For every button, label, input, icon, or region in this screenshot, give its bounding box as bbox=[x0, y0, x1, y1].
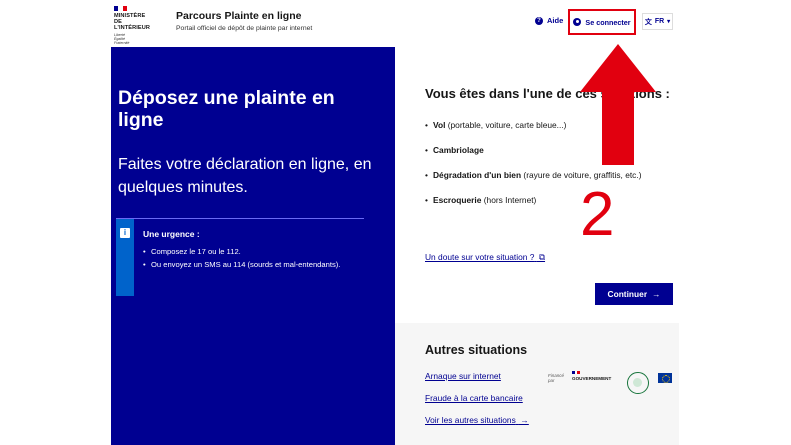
language-selector[interactable]: 文 FR ▾ bbox=[642, 13, 673, 30]
login-button[interactable]: Se connecter bbox=[568, 9, 636, 35]
urgency-list: Composez le 17 ou le 112. Ou envoyez un … bbox=[143, 246, 343, 272]
external-link-icon: ⧉ bbox=[536, 252, 546, 262]
urgency-callout-bar: i bbox=[116, 219, 134, 296]
government-logo: GOUVERNEMENT bbox=[572, 371, 616, 381]
other-situations-title: Autres situations bbox=[425, 343, 528, 357]
france-relance-logo bbox=[627, 372, 649, 394]
info-icon: i bbox=[120, 228, 130, 238]
login-label: Se connecter bbox=[585, 17, 631, 27]
language-label: FR bbox=[654, 18, 665, 25]
republic-motto: Liberté Égalité Fraternité bbox=[114, 33, 130, 45]
other-situations-panel: Autres situations Arnaque sur internet F… bbox=[395, 323, 679, 445]
help-link[interactable]: ? Aide bbox=[535, 16, 563, 25]
translate-icon: 文 bbox=[644, 18, 652, 26]
chevron-down-icon: ▾ bbox=[667, 19, 671, 25]
see-other-situations-link[interactable]: Voir les autres situations → bbox=[425, 415, 529, 425]
continue-button[interactable]: Continuer → bbox=[595, 283, 673, 305]
site-header: MINISTÈRE DE L'INTÉRIEUR Liberté Égalité… bbox=[0, 0, 791, 46]
eu-flag-logo bbox=[658, 373, 672, 383]
ministry-name-line-2: DE L'INTÉRIEUR bbox=[114, 19, 150, 31]
continue-label: Continuer bbox=[607, 289, 648, 299]
site-tagline: Portail officiel de dépôt de plainte par… bbox=[176, 25, 313, 32]
hero-subtitle: Faites votre déclaration en ligne, en qu… bbox=[118, 156, 372, 196]
situation-item: Escroquerie (hors Internet) bbox=[425, 194, 675, 206]
user-circle-icon bbox=[573, 18, 582, 26]
annotation-number: 2 bbox=[580, 180, 615, 249]
question-circle-icon: ? bbox=[535, 16, 543, 25]
urgency-item: Composez le 17 ou le 112. bbox=[143, 246, 343, 257]
hero-panel: Déposez une plainte en ligne Faites votr… bbox=[111, 47, 395, 445]
marianne-flag bbox=[114, 6, 127, 11]
doubt-link[interactable]: Un doute sur votre situation ? ⧉ bbox=[425, 252, 545, 263]
arrow-right-icon: → bbox=[518, 415, 529, 425]
situation-item: Dégradation d'un bien (rayure de voiture… bbox=[425, 169, 675, 181]
ministry-logo[interactable]: MINISTÈRE DE L'INTÉRIEUR Liberté Égalité… bbox=[114, 6, 154, 45]
urgency-callout: i Une urgence : Composez le 17 ou le 112… bbox=[116, 218, 364, 296]
site-title[interactable]: Parcours Plainte en ligne bbox=[176, 10, 301, 22]
help-label: Aide bbox=[547, 16, 564, 25]
funded-by-label: Financé par bbox=[548, 373, 565, 383]
urgency-title: Une urgence : bbox=[143, 229, 200, 239]
funding-logos: Financé par GOUVERNEMENT bbox=[548, 371, 678, 399]
hero-title: Déposez une plainte en ligne bbox=[118, 87, 335, 131]
internet-scam-link[interactable]: Arnaque sur internet bbox=[425, 371, 501, 381]
arrow-right-icon: → bbox=[652, 289, 661, 299]
annotation-arrow bbox=[580, 44, 656, 165]
card-fraud-link[interactable]: Fraude à la carte bancaire bbox=[425, 393, 523, 403]
urgency-item: Ou envoyez un SMS au 114 (sourds et mal-… bbox=[143, 259, 343, 270]
